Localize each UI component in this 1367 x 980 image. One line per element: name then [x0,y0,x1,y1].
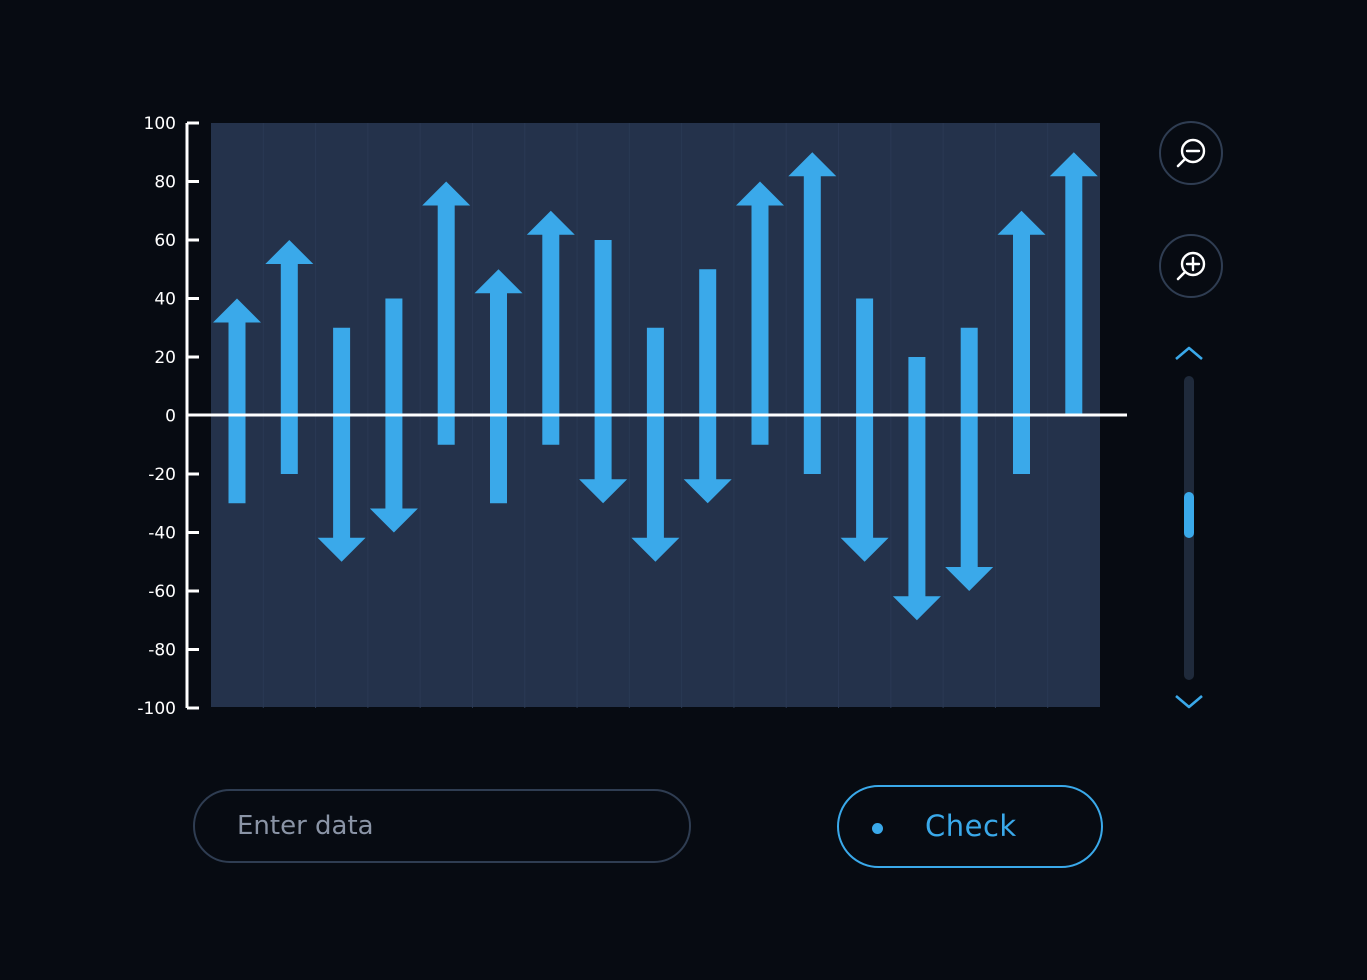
zoom-out-icon [1176,138,1206,168]
zoom-out-button[interactable] [1159,121,1223,185]
check-dot-icon [872,823,883,834]
app-screen: 100 80 60 40 20 0 -20 -40 -60 -80 -100 Check [0,0,1367,980]
data-input[interactable] [193,789,691,863]
y-tick-label: 20 [154,348,176,368]
y-tick-label: -40 [148,524,176,544]
scroll-down-button[interactable] [1173,692,1205,712]
chevron-down-icon [1175,695,1203,709]
scrollbar-thumb[interactable] [1184,492,1194,538]
y-tick-label: -20 [148,465,176,485]
chevron-up-icon [1175,346,1203,360]
y-tick-label: 0 [165,407,176,427]
y-tick-label: 100 [144,114,176,134]
y-tick-label: 40 [154,290,176,310]
y-tick-label: 60 [154,231,176,251]
scrollbar-track[interactable] [1184,376,1194,680]
zoom-in-icon [1176,251,1206,281]
check-button[interactable]: Check [837,785,1103,868]
y-tick-label: -80 [148,641,176,661]
scroll-up-button[interactable] [1173,343,1205,363]
zoom-in-button[interactable] [1159,234,1223,298]
y-tick-label: -100 [137,699,176,719]
y-tick-label: 80 [154,173,176,193]
check-button-label: Check [925,809,1017,843]
y-tick-label: -60 [148,582,176,602]
